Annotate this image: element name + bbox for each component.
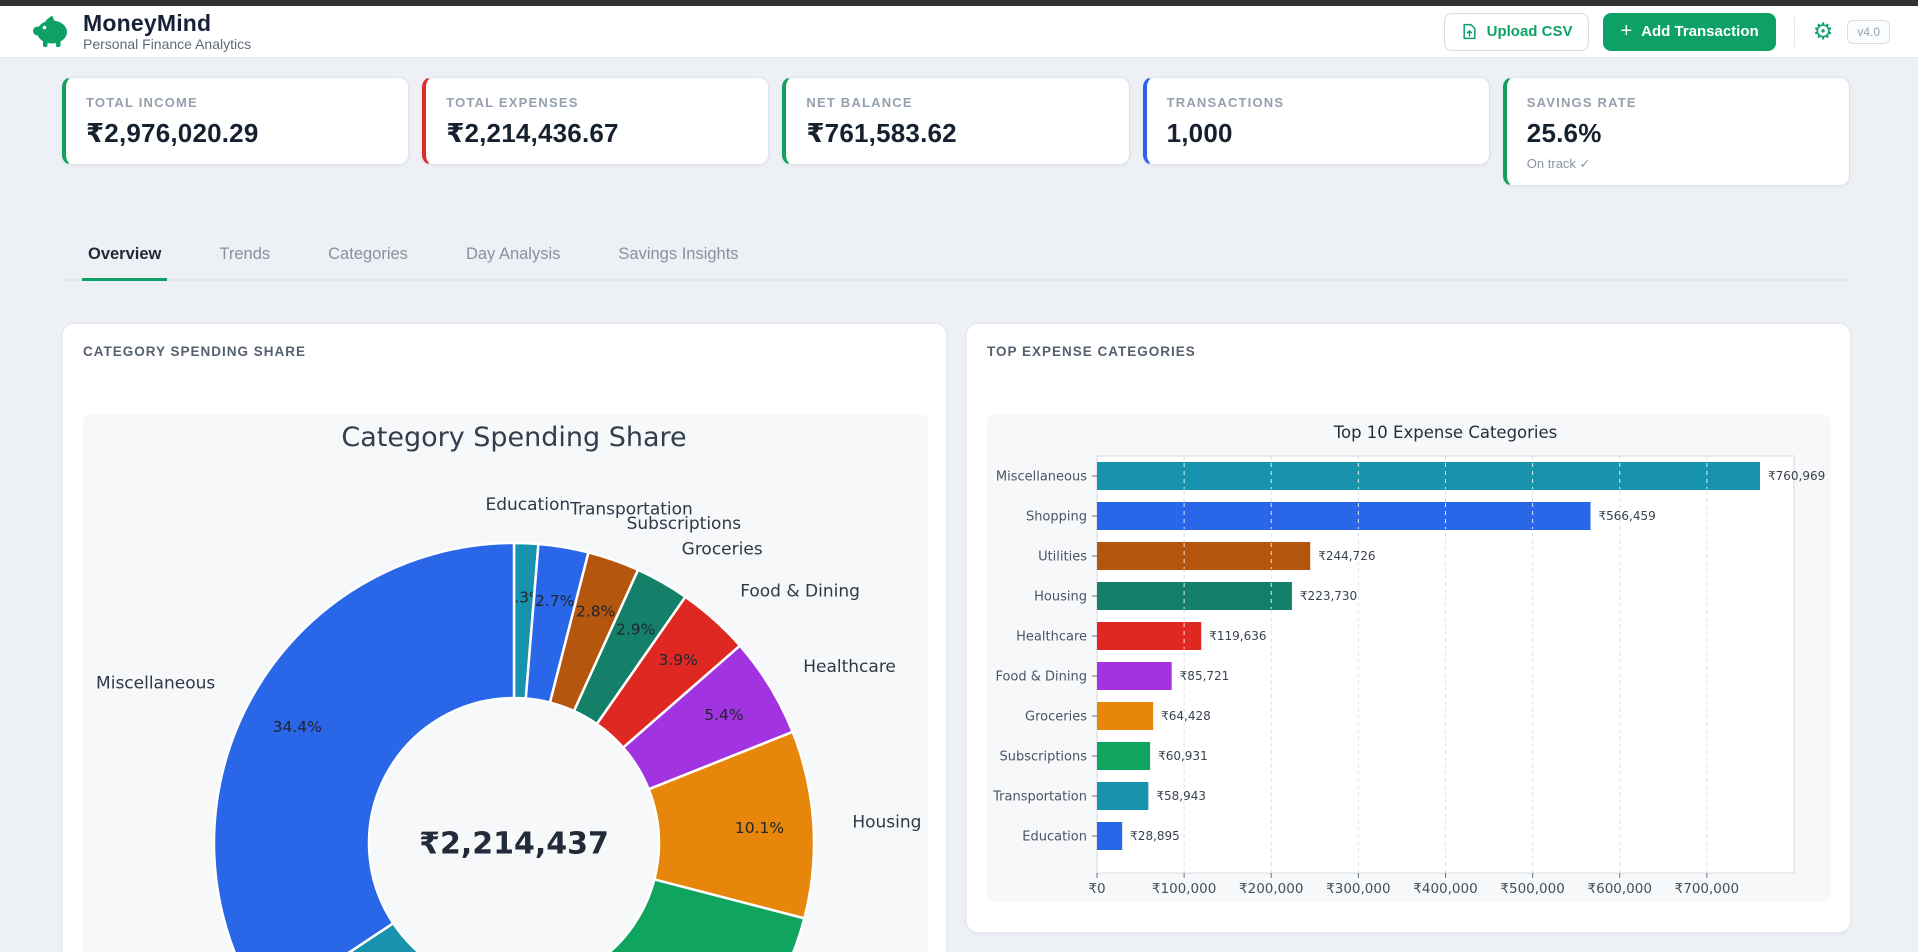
svg-text:Housing: Housing bbox=[1034, 590, 1087, 605]
svg-text:Education: Education bbox=[1022, 830, 1087, 845]
stat-value: ₹2,976,020.29 bbox=[86, 118, 388, 149]
stat-value: 1,000 bbox=[1167, 118, 1469, 149]
stat-card-savings-rate: SAVINGS RATE 25.6% On track ✓ bbox=[1503, 77, 1850, 186]
svg-text:₹64,428: ₹64,428 bbox=[1161, 709, 1211, 723]
add-transaction-label: Add Transaction bbox=[1641, 23, 1759, 40]
svg-text:₹300,000: ₹300,000 bbox=[1326, 881, 1390, 897]
tab-day-analysis[interactable]: Day Analysis bbox=[460, 245, 566, 279]
brand: MoneyMind Personal Finance Analytics bbox=[30, 11, 251, 52]
category-donut-chart: Category Spending Share1.3%Education2.7%… bbox=[83, 414, 928, 952]
svg-text:2.8%: 2.8% bbox=[576, 602, 615, 620]
app-header: MoneyMind Personal Finance Analytics Upl… bbox=[0, 6, 1918, 58]
svg-text:Education: Education bbox=[485, 495, 570, 515]
stat-value: ₹761,583.62 bbox=[806, 118, 1108, 149]
stat-card-total-income: TOTAL INCOME ₹2,976,020.29 bbox=[62, 77, 409, 165]
upload-csv-label: Upload CSV bbox=[1487, 23, 1573, 40]
svg-text:₹760,969: ₹760,969 bbox=[1768, 469, 1825, 483]
tab-trends[interactable]: Trends bbox=[213, 245, 276, 279]
svg-text:2.9%: 2.9% bbox=[616, 621, 655, 639]
stat-cards-row: TOTAL INCOME ₹2,976,020.29 TOTAL EXPENSE… bbox=[62, 77, 1850, 186]
svg-text:₹119,636: ₹119,636 bbox=[1209, 629, 1266, 643]
svg-text:Top 10 Expense Categories: Top 10 Expense Categories bbox=[1333, 423, 1558, 442]
tab-overview[interactable]: Overview bbox=[82, 245, 167, 281]
stat-label: TRANSACTIONS bbox=[1167, 95, 1469, 110]
svg-text:Housing: Housing bbox=[852, 813, 921, 833]
svg-text:Miscellaneous: Miscellaneous bbox=[96, 674, 215, 694]
stat-value: ₹2,214,436.67 bbox=[446, 118, 748, 149]
piggy-bank-logo-icon bbox=[30, 14, 70, 48]
stat-label: SAVINGS RATE bbox=[1527, 95, 1829, 110]
svg-text:2.7%: 2.7% bbox=[535, 592, 574, 610]
svg-text:Category Spending Share: Category Spending Share bbox=[341, 422, 686, 453]
savings-status-note: On track ✓ bbox=[1527, 156, 1829, 172]
tab-bar: Overview Trends Categories Day Analysis … bbox=[62, 245, 1850, 281]
svg-text:₹566,459: ₹566,459 bbox=[1599, 509, 1656, 523]
svg-text:Transportation: Transportation bbox=[992, 790, 1087, 805]
svg-text:Subscriptions: Subscriptions bbox=[999, 750, 1087, 765]
settings-gear-icon[interactable]: ⚙ bbox=[1813, 20, 1834, 43]
bar-chart-area: Top 10 Expense Categories Miscellaneous ₹7… bbox=[987, 414, 1831, 902]
header-divider bbox=[1794, 17, 1795, 47]
svg-text:Food & Dining: Food & Dining bbox=[740, 581, 860, 601]
svg-text:Groceries: Groceries bbox=[682, 539, 763, 559]
plus-icon: + bbox=[1620, 21, 1632, 41]
svg-text:₹500,000: ₹500,000 bbox=[1500, 881, 1564, 897]
svg-text:Food & Dining: Food & Dining bbox=[995, 670, 1087, 685]
svg-text:₹600,000: ₹600,000 bbox=[1588, 881, 1652, 897]
svg-text:10.1%: 10.1% bbox=[735, 819, 784, 837]
svg-text:5.4%: 5.4% bbox=[704, 706, 743, 724]
stat-value: 25.6% bbox=[1527, 118, 1829, 149]
tab-savings-insights[interactable]: Savings Insights bbox=[612, 245, 744, 279]
stat-card-total-expenses: TOTAL EXPENSES ₹2,214,436.67 bbox=[422, 77, 769, 165]
panel-header-bars: TOP EXPENSE CATEGORIES bbox=[987, 344, 1196, 359]
stat-label: TOTAL INCOME bbox=[86, 95, 388, 110]
svg-text:₹100,000: ₹100,000 bbox=[1152, 881, 1216, 897]
svg-text:₹2,214,437: ₹2,214,437 bbox=[419, 827, 609, 862]
svg-text:₹200,000: ₹200,000 bbox=[1239, 881, 1303, 897]
svg-text:3.9%: 3.9% bbox=[658, 651, 697, 669]
stat-label: TOTAL EXPENSES bbox=[446, 95, 748, 110]
svg-text:₹0: ₹0 bbox=[1088, 881, 1105, 897]
svg-text:₹244,726: ₹244,726 bbox=[1318, 549, 1375, 563]
svg-text:Subscriptions: Subscriptions bbox=[627, 514, 742, 534]
svg-text:₹700,000: ₹700,000 bbox=[1675, 881, 1739, 897]
svg-text:Total Spent (₹): Total Spent (₹) bbox=[1395, 901, 1495, 902]
svg-text:Groceries: Groceries bbox=[1025, 710, 1087, 725]
svg-text:₹400,000: ₹400,000 bbox=[1413, 881, 1477, 897]
app-title: MoneyMind bbox=[83, 11, 251, 35]
panel-header-donut: CATEGORY SPENDING SHARE bbox=[83, 344, 306, 359]
svg-text:Utilities: Utilities bbox=[1038, 550, 1087, 565]
app-tagline: Personal Finance Analytics bbox=[83, 36, 251, 52]
svg-text:₹223,730: ₹223,730 bbox=[1300, 589, 1357, 603]
upload-csv-button[interactable]: Upload CSV bbox=[1444, 13, 1590, 51]
svg-text:₹60,931: ₹60,931 bbox=[1158, 749, 1208, 763]
donut-chart-area: Category Spending Share1.3%Education2.7%… bbox=[83, 414, 928, 952]
stat-label: NET BALANCE bbox=[806, 95, 1108, 110]
svg-text:₹58,943: ₹58,943 bbox=[1156, 789, 1206, 803]
top-expense-categories-panel: TOP EXPENSE CATEGORIES Top 10 Expense Ca… bbox=[966, 323, 1851, 933]
svg-text:Healthcare: Healthcare bbox=[1016, 630, 1087, 645]
version-badge: v4.0 bbox=[1847, 20, 1890, 44]
svg-text:Miscellaneous: Miscellaneous bbox=[996, 470, 1087, 485]
tab-categories[interactable]: Categories bbox=[322, 245, 414, 279]
svg-text:Shopping: Shopping bbox=[1026, 510, 1087, 525]
stat-card-transactions: TRANSACTIONS 1,000 bbox=[1143, 77, 1490, 165]
svg-text:Healthcare: Healthcare bbox=[803, 657, 896, 677]
upload-file-icon bbox=[1461, 23, 1478, 40]
svg-text:34.4%: 34.4% bbox=[273, 718, 322, 736]
add-transaction-button[interactable]: + Add Transaction bbox=[1603, 13, 1775, 51]
svg-text:₹85,721: ₹85,721 bbox=[1180, 669, 1230, 683]
top-expenses-bar-chart: Top 10 Expense Categories Miscellaneous ₹7… bbox=[987, 414, 1831, 902]
category-spending-share-panel: CATEGORY SPENDING SHARE Category Spendin… bbox=[62, 323, 947, 952]
stat-card-net-balance: NET BALANCE ₹761,583.62 bbox=[782, 77, 1129, 165]
svg-text:₹28,895: ₹28,895 bbox=[1130, 829, 1180, 843]
